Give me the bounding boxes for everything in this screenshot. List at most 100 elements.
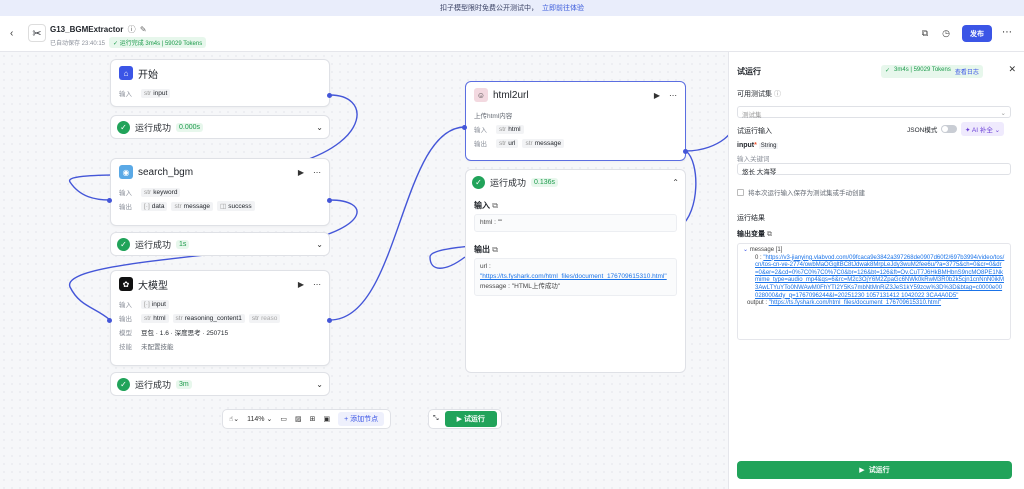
badge-status: 3m4s | 59029 Tokens [894, 67, 951, 73]
more-icon[interactable]: ⋯ [313, 280, 321, 289]
fit-icon[interactable]: ▣ [323, 415, 330, 423]
more-icon[interactable]: ⋯ [313, 168, 321, 177]
param-name: url [508, 139, 516, 147]
start-icon: ⌂ [119, 66, 133, 80]
check-icon: ✓ [472, 175, 485, 189]
detail-header[interactable]: ✓ 运行成功 0.136s ⌃ [466, 170, 685, 194]
ai-fill-label: AI 补全 [971, 127, 993, 134]
param-name: data [151, 202, 165, 210]
banner-link[interactable]: 立即前往体验 [542, 3, 584, 13]
url-value[interactable]: "https://ts.fyshark.com/html_files/docum… [480, 273, 667, 280]
input-port[interactable] [107, 198, 112, 203]
plugin-icon: ◉ [119, 165, 133, 179]
run-node-icon[interactable]: ▶ [654, 91, 660, 100]
wand-icon[interactable]: ⤡ [433, 415, 439, 423]
output-port[interactable] [683, 149, 688, 154]
param-name: reaso [261, 314, 278, 322]
status-time: 0.136s [531, 177, 559, 187]
param-name: html [508, 125, 521, 133]
copy-icon[interactable]: ⧉ [767, 231, 772, 238]
panel-run-button[interactable]: ▶ 试运行 [737, 461, 1012, 479]
pointer-icon[interactable]: ☝⌄ [229, 415, 239, 423]
status-text: 运行成功 [135, 122, 172, 133]
param-tag: str html [496, 124, 524, 134]
skill-value: 未配置技能 [141, 344, 174, 351]
input-field[interactable]: 悠长 大海琴 [737, 163, 1011, 176]
wire-html2url-panel [685, 127, 728, 152]
publish-button[interactable]: 发布 [962, 25, 992, 42]
node-name: 大模型 [138, 280, 168, 292]
param-tag: str message [171, 201, 214, 211]
param-name: success [228, 203, 252, 210]
output-port[interactable] [327, 198, 332, 203]
row-label: 输入 [119, 91, 132, 98]
promo-banner: 扣子模型限时免费公开测试中， 立即前往体验 [0, 0, 1024, 16]
input-hint: 输入关键词 [737, 156, 770, 163]
json-mode-toggle[interactable]: JSON模式 [907, 124, 958, 134]
html2url-node[interactable]: ☺ html2url ▶ ⋯ 上传html内容 输入 str html 输出 str u… [465, 81, 686, 161]
param-tag: ◫ success [217, 201, 255, 211]
check-icon: ✓ [117, 237, 130, 251]
canvas-run-button[interactable]: ▶ 试运行 [444, 411, 497, 427]
copy-icon[interactable]: ⧉ [492, 245, 498, 254]
workflow-subtitle: 已自动保存 23:40:15 ✓ 运行完成 3m4s | 59029 Token… [50, 37, 207, 48]
input-port[interactable] [107, 318, 112, 323]
chevron-up-icon[interactable]: ⌃ [672, 178, 679, 187]
run-label: 试运行 [463, 416, 485, 423]
param-name: reasoning_content1 [184, 314, 242, 322]
chevron-down-icon[interactable]: ⌄ [316, 123, 323, 132]
edit-icon[interactable]: ✎ [140, 25, 147, 34]
back-arrow-icon[interactable]: ‹ [10, 28, 13, 39]
row-label: 输出 [119, 316, 132, 323]
image-icon[interactable]: ▨ [295, 415, 302, 423]
node-name: 开始 [138, 69, 158, 81]
chevron-down-icon[interactable]: ⌄ [316, 380, 323, 389]
info-icon: ⓘ [773, 91, 781, 98]
ai-fill-button[interactable]: ✦ AI 补全 ⌄ [961, 122, 1005, 136]
status-time: 1s [176, 239, 190, 249]
more-icon[interactable]: ⋯ [1002, 27, 1012, 38]
llm-node[interactable]: ✿ 大模型 ▶ ⋯ 输入 [·] input 输出 str html str reason… [110, 270, 330, 366]
input-port[interactable] [462, 125, 467, 130]
param-name: keyword [153, 188, 178, 196]
copy-icon[interactable]: ⧉ [492, 201, 498, 210]
run-node-icon[interactable]: ▶ [298, 280, 304, 289]
start-node[interactable]: ⌂ 开始 输入 str input [110, 59, 330, 107]
output-port[interactable] [327, 93, 332, 98]
save-checkbox[interactable] [737, 188, 744, 196]
check-icon: ✓ [117, 120, 130, 134]
param-tag: str message [522, 138, 565, 148]
layout-icon[interactable]: ⊞ [310, 415, 316, 423]
output-port[interactable] [327, 318, 332, 323]
comment-icon[interactable]: ▭ [280, 415, 287, 423]
toggle-switch[interactable] [941, 125, 958, 133]
param-tag: [·] data [141, 201, 168, 211]
run-node-icon[interactable]: ▶ [298, 168, 304, 177]
search-status[interactable]: ✓ 运行成功 1s ⌄ [110, 232, 330, 256]
status-text: 运行成功 [490, 177, 527, 188]
chevron-down-icon[interactable]: ⌄ [316, 240, 323, 249]
model-value: 豆包 · 1.6 · 深度思考 · 250715 [141, 330, 229, 337]
add-node-button[interactable]: + 添加节点 [338, 412, 385, 426]
history-icon[interactable]: ◷ [942, 28, 950, 39]
save-testset-row[interactable]: 将本次运行输入保存为测试集或手动创建 [737, 187, 865, 197]
close-icon[interactable]: ✕ [1008, 64, 1016, 75]
llm-icon: ✿ [119, 277, 133, 291]
start-status[interactable]: ✓ 运行成功 0.000s ⌄ [110, 115, 330, 139]
zoom-select[interactable]: 114% ⌄ [247, 415, 272, 423]
view-log-link[interactable]: 查看日志 [955, 67, 979, 76]
llm-status[interactable]: ✓ 运行成功 3m ⌄ [110, 372, 330, 396]
chevron-down-icon: ⌄ [1000, 110, 1006, 117]
output-link[interactable]: "https://ts.fyshark.com/html_files/docum… [769, 300, 941, 306]
zoom-value: 114% [247, 416, 265, 423]
chevron-down-icon[interactable]: ⌄ [743, 247, 748, 253]
more-icon[interactable]: ⋯ [669, 91, 677, 100]
message-item-link[interactable]: "https://v3-jianying.vlabvod.com/09fcaca… [755, 255, 1004, 299]
run-input-label: 试运行输入 [737, 128, 772, 135]
row-label: 输出 [119, 204, 132, 211]
testset-select[interactable]: 测试集 ⌄ [737, 106, 1011, 119]
panel-title: 试运行 [737, 67, 761, 76]
copy-icon[interactable]: ⧉ [922, 28, 928, 39]
info-icon[interactable]: ⓘ [128, 25, 136, 34]
search-bgm-node[interactable]: ◉ search_bgm ▶ ⋯ 输入 str keyword 输出 [·] data … [110, 158, 330, 226]
